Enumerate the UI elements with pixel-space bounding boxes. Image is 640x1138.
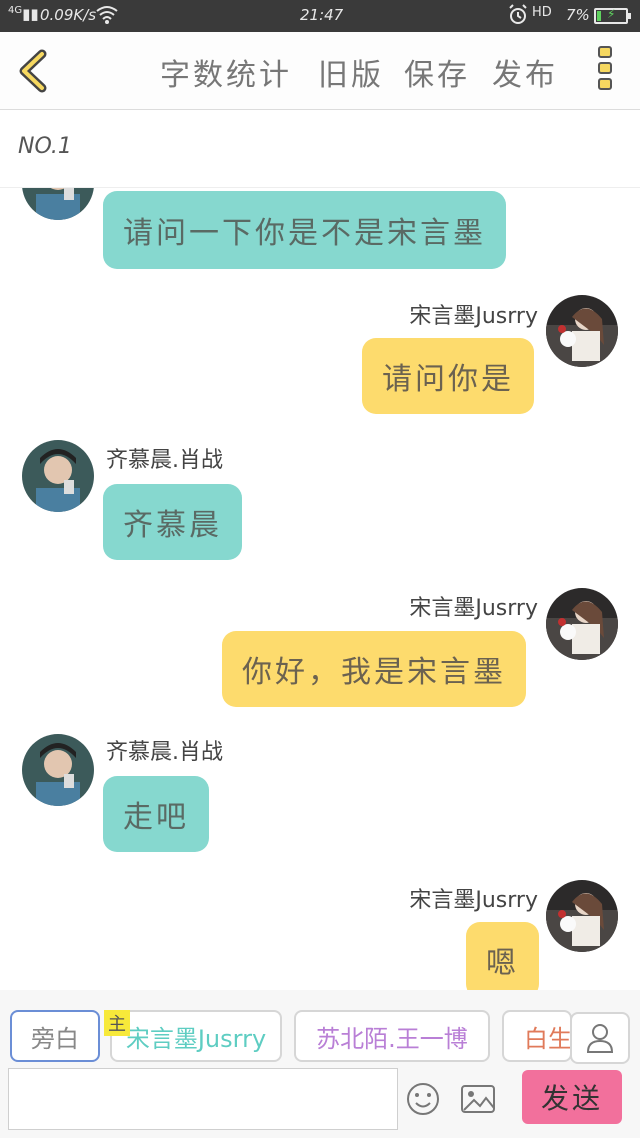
word-count-button[interactable]: 字数统计 <box>160 50 292 94</box>
image-icon <box>461 1085 495 1113</box>
smiley-icon <box>407 1083 439 1115</box>
sender-name: 宋言墨Jusrry <box>409 888 538 913</box>
avatar-qi-muchen[interactable] <box>22 440 94 512</box>
role-label: 旁白 <box>31 1024 79 1053</box>
emoji-button[interactable] <box>406 1082 440 1116</box>
message-bubble[interactable]: 请问一下你是不是宋言墨 <box>103 191 506 269</box>
avatar-song-yanmo[interactable] <box>546 588 618 660</box>
message-bubble[interactable]: 你好，我是宋言墨 <box>222 631 526 707</box>
message-bubble[interactable]: 请问你是 <box>362 338 534 414</box>
role-selector-bar: 旁白 宋言墨Jusrry 苏北陌.王一博 白生 <box>0 990 640 1064</box>
chapter-header[interactable]: NO.1 <box>0 110 640 188</box>
add-role-button[interactable] <box>570 1012 630 1064</box>
role-chip-su-beimo[interactable]: 苏北陌.王一博 <box>294 1010 490 1062</box>
avatar-song-yanmo[interactable] <box>546 295 618 367</box>
net-speed: 0.09K/s <box>40 6 97 24</box>
image-button[interactable] <box>460 1084 496 1114</box>
save-button[interactable]: 保存 <box>404 50 470 94</box>
input-bar: 发送 <box>0 1064 640 1138</box>
role-label: 白生 <box>524 1024 572 1053</box>
sender-name: 宋言墨Jusrry <box>409 304 538 329</box>
clock: 21:47 <box>300 6 344 24</box>
chapter-title: NO.1 <box>18 134 72 159</box>
chat-area[interactable]: 请问一下你是不是宋言墨 宋言墨Jusrry 请问你是 齐慕晨.肖战 齐慕晨 宋言… <box>0 188 640 990</box>
role-chip-bai-sheng[interactable]: 白生 <box>502 1010 572 1062</box>
role-chip-song-yanmo[interactable]: 宋言墨Jusrry <box>110 1010 282 1062</box>
person-icon <box>586 1024 614 1053</box>
wifi-icon <box>96 4 118 28</box>
old-version-button[interactable]: 旧版 <box>318 50 384 94</box>
signal-label: 4G <box>8 5 23 16</box>
hd-call-indicator: HD <box>532 5 552 20</box>
send-button[interactable]: 发送 <box>522 1070 622 1124</box>
battery-percent: 7% <box>566 6 590 24</box>
back-button[interactable] <box>12 48 56 94</box>
sender-name: 齐慕晨.肖战 <box>106 740 223 765</box>
alarm-icon <box>508 4 528 30</box>
message-bubble[interactable]: 嗯 <box>466 922 539 990</box>
message-bubble[interactable]: 齐慕晨 <box>103 484 242 560</box>
top-toolbar: 字数统计 旧版 保存 发布 <box>0 32 640 110</box>
sender-name: 宋言墨Jusrry <box>409 596 538 621</box>
avatar-qi-muchen[interactable] <box>22 734 94 806</box>
avatar-song-yanmo[interactable] <box>546 880 618 952</box>
role-label: 宋言墨Jusrry <box>125 1024 267 1053</box>
avatar-qi-muchen[interactable] <box>22 188 94 220</box>
sender-name: 齐慕晨.肖战 <box>106 448 223 473</box>
publish-button[interactable]: 发布 <box>492 50 558 94</box>
more-menu-button[interactable] <box>592 44 618 98</box>
role-label: 苏北陌.王一博 <box>316 1024 468 1053</box>
signal-icon: 4G▮▮ <box>8 5 39 23</box>
status-bar: 4G▮▮ 0.09K/s 21:47 HD 7% ⚡ <box>0 0 640 32</box>
lead-role-badge: 主 <box>104 1010 130 1036</box>
message-bubble[interactable]: 走吧 <box>103 776 209 852</box>
battery-icon: ⚡ <box>594 7 631 24</box>
role-chip-narrator[interactable]: 旁白 <box>10 1010 100 1062</box>
chevron-left-icon <box>19 49 47 93</box>
message-input[interactable] <box>8 1068 398 1130</box>
